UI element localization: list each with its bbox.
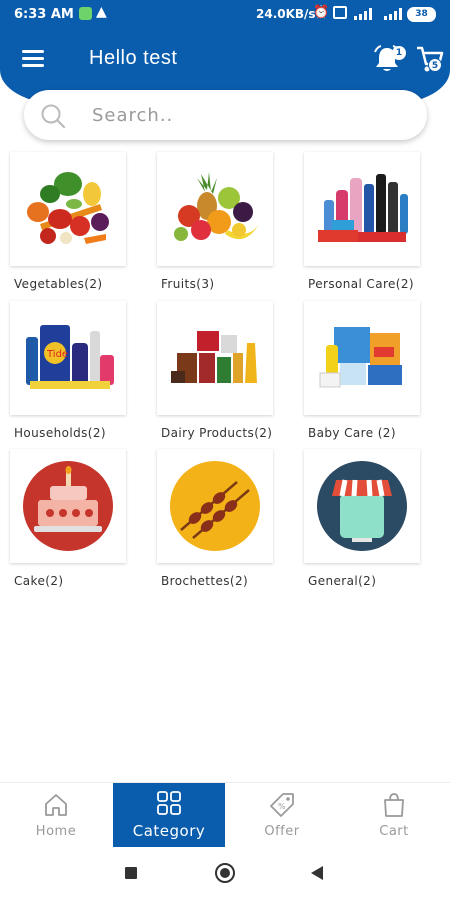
nav-cart-label: Cart xyxy=(379,823,409,839)
bottom-navigation: Home Category % Offer Cart xyxy=(0,782,450,847)
grid-icon xyxy=(157,791,181,815)
category-card[interactable] xyxy=(10,152,126,266)
status-time: 6:33 AM xyxy=(14,7,74,22)
warning-icon: ▲ xyxy=(96,4,107,20)
general-store-icon xyxy=(317,461,407,551)
cake-icon xyxy=(23,461,113,551)
svg-text:%: % xyxy=(278,802,286,811)
personal-care-image xyxy=(318,174,408,242)
households-image: Tide xyxy=(26,325,114,389)
nav-category-label: Category xyxy=(132,822,206,840)
category-tile-baby-care[interactable]: Baby Care (2) xyxy=(304,301,420,440)
fruits-image xyxy=(174,172,259,241)
category-card[interactable] xyxy=(157,152,273,266)
category-card[interactable]: Tide xyxy=(10,301,126,415)
page-title: Hello test xyxy=(89,47,178,69)
category-card[interactable] xyxy=(304,449,420,563)
category-tile-general[interactable]: General(2) xyxy=(304,449,420,588)
home-icon xyxy=(45,793,67,816)
category-tile-personal-care[interactable]: Personal Care(2) xyxy=(304,152,420,291)
search-input[interactable] xyxy=(92,100,412,130)
battery-level: 38 xyxy=(415,9,428,19)
category-label: Personal Care(2) xyxy=(308,277,415,291)
app-notification-icon xyxy=(79,7,92,20)
signal-icon xyxy=(354,8,372,20)
category-tile-cake[interactable]: Cake(2) xyxy=(10,449,126,588)
signal-icon-2 xyxy=(384,8,402,20)
home-button-icon[interactable] xyxy=(215,863,235,883)
vegetables-image xyxy=(27,172,109,244)
category-tile-fruits[interactable]: Fruits(3) xyxy=(157,152,273,291)
nav-offer-label: Offer xyxy=(264,823,300,839)
baby-care-image xyxy=(319,327,402,388)
category-label: Cake(2) xyxy=(14,574,64,588)
category-card[interactable] xyxy=(304,152,420,266)
category-label: Brochettes(2) xyxy=(161,574,249,588)
nav-offer[interactable]: % Offer xyxy=(226,783,338,847)
network-speed: 24.0KB/s xyxy=(256,7,316,21)
nav-home-label: Home xyxy=(35,823,77,839)
svg-text:Tide: Tide xyxy=(46,349,68,360)
category-label: General(2) xyxy=(308,574,377,588)
notification-count-badge: 1 xyxy=(392,46,406,60)
category-card[interactable] xyxy=(157,301,273,415)
category-card[interactable] xyxy=(304,301,420,415)
category-label: Baby Care (2) xyxy=(308,426,396,440)
vibrate-icon xyxy=(333,6,347,19)
category-tile-dairy-products[interactable]: Dairy Products(2) xyxy=(157,301,273,440)
category-label: Vegetables(2) xyxy=(14,277,103,291)
category-card[interactable] xyxy=(10,449,126,563)
cart-count-badge: 5 xyxy=(428,58,442,72)
category-tile-households[interactable]: Tide Households(2) xyxy=(10,301,126,440)
hamburger-menu-icon[interactable] xyxy=(22,50,44,68)
battery-icon: 38 xyxy=(407,7,436,22)
category-label: Dairy Products(2) xyxy=(161,426,273,440)
dairy-products-image xyxy=(171,331,257,383)
back-icon[interactable] xyxy=(311,866,323,880)
recent-apps-icon[interactable] xyxy=(125,867,137,879)
alarm-icon: ⏰ xyxy=(313,5,330,20)
shopping-bag-icon xyxy=(384,792,404,817)
offer-tag-icon: % xyxy=(270,792,294,817)
app-header: 6:33 AM ▲ 24.0KB/s ⏰ 38 Hello test 1 5 xyxy=(0,0,450,104)
nav-cart[interactable]: Cart xyxy=(338,783,450,847)
nav-category[interactable]: Category xyxy=(113,783,225,847)
category-card[interactable] xyxy=(157,449,273,563)
brochettes-icon xyxy=(170,461,260,551)
nav-home[interactable]: Home xyxy=(0,783,112,847)
category-label: Fruits(3) xyxy=(161,277,215,291)
category-tile-brochettes[interactable]: Brochettes(2) xyxy=(157,449,273,588)
search-icon xyxy=(41,104,66,129)
category-tile-vegetables[interactable]: Vegetables(2) xyxy=(10,152,126,291)
search-bar[interactable] xyxy=(24,90,427,140)
category-label: Households(2) xyxy=(14,426,106,440)
system-navigation-bar xyxy=(0,847,450,900)
status-bar: 6:33 AM ▲ 24.0KB/s ⏰ 38 xyxy=(0,0,450,30)
